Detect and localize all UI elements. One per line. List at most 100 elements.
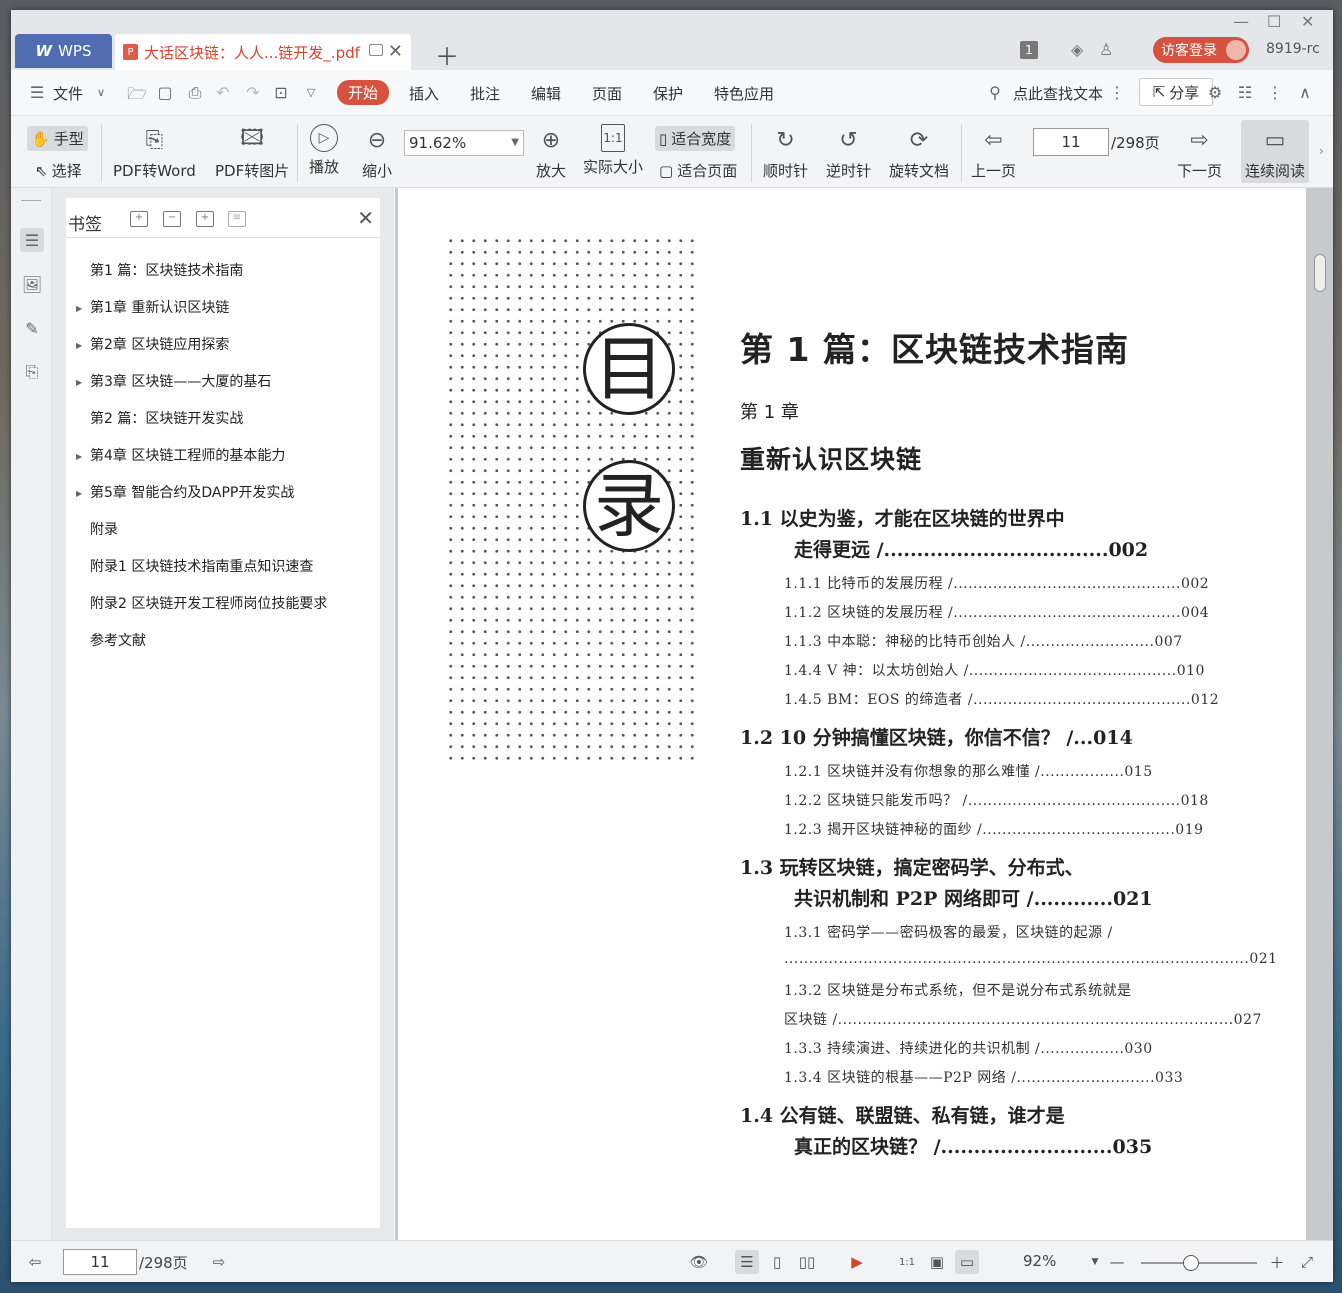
close-window-icon[interactable]: ✕ bbox=[1301, 12, 1314, 31]
maximize-icon[interactable]: ☐ bbox=[1267, 12, 1281, 31]
more-dropdown-icon[interactable]: ▽ bbox=[301, 86, 321, 104]
close-tab-icon[interactable]: ✕ bbox=[388, 41, 403, 62]
tab-count-badge[interactable]: 1 bbox=[1020, 41, 1038, 59]
continuous-view-icon[interactable]: ☰ bbox=[735, 1250, 759, 1274]
tab-insert[interactable]: 插入 bbox=[409, 83, 439, 104]
expand-arrow-icon[interactable]: ▶ bbox=[76, 304, 90, 313]
tab-protect[interactable]: 保护 bbox=[653, 83, 683, 104]
single-page-view-icon[interactable]: ▯ bbox=[765, 1250, 789, 1274]
search-text-field[interactable]: 点此查找文本 bbox=[1013, 83, 1103, 104]
bookmark-item[interactable]: ▶ 第5章 智能合约及DAPP开发实战 bbox=[76, 482, 294, 502]
thumbnail-panel-icon[interactable]: 🖼 bbox=[20, 272, 44, 296]
add-bookmark-icon[interactable]: + bbox=[196, 211, 214, 227]
zoom-level-select[interactable]: 91.62% ▼ bbox=[404, 130, 524, 156]
bookmark-item[interactable]: 附录1 区块链技术指南重点知识速查 bbox=[76, 556, 313, 576]
bookmark-item[interactable]: ▶ 第1章 重新认识区块链 bbox=[76, 297, 229, 317]
undo-icon[interactable]: ↶ bbox=[213, 83, 233, 102]
file-menu[interactable]: 文件 bbox=[53, 83, 83, 104]
close-icon[interactable]: ✕ bbox=[357, 206, 374, 230]
zoom-in-icon[interactable]: ＋ bbox=[1265, 1250, 1289, 1274]
tab-page[interactable]: 页面 bbox=[592, 83, 622, 104]
bookmark-item[interactable]: 第2 篇：区块链开发实战 bbox=[76, 408, 243, 428]
share-button[interactable]: ⇱ 分享 bbox=[1139, 78, 1213, 106]
settings-icon[interactable]: ⚙ bbox=[1205, 83, 1225, 102]
zoom-dropdown-icon[interactable]: ▼ bbox=[1083, 1250, 1107, 1274]
save-icon[interactable]: ▢ bbox=[155, 83, 175, 102]
previous-page-button[interactable]: ⇦ 上一页 bbox=[971, 124, 1016, 181]
next-page-button[interactable]: ⇨ 下一页 bbox=[1177, 124, 1222, 181]
shirt-icon[interactable]: ♙ bbox=[1099, 40, 1113, 59]
expand-arrow-icon[interactable]: ▶ bbox=[76, 452, 90, 461]
chevron-down-icon[interactable]: ∨ bbox=[91, 86, 111, 104]
actual-size-button[interactable]: 1:1 实际大小 bbox=[583, 124, 643, 177]
hamburger-icon[interactable]: ☰ bbox=[27, 83, 47, 102]
more-icon[interactable]: ⋮ bbox=[1265, 83, 1285, 102]
status-page-input[interactable]: 11 bbox=[63, 1249, 137, 1275]
rotate-counterclockwise-button[interactable]: ↺ 逆时针 bbox=[826, 124, 871, 181]
status-zoom-value[interactable]: 92% bbox=[1023, 1252, 1056, 1270]
expand-arrow-icon[interactable]: ▶ bbox=[76, 378, 90, 387]
redo-icon[interactable]: ↷ bbox=[243, 83, 263, 102]
actual-size-icon[interactable]: 1:1 bbox=[895, 1250, 919, 1274]
more-vertical-icon[interactable]: ⋮ bbox=[1107, 83, 1127, 102]
bookmark-panel-icon[interactable]: ☰ bbox=[20, 228, 44, 252]
annotation-panel-icon[interactable]: ✎ bbox=[20, 316, 44, 340]
search-icon[interactable]: ⚲ bbox=[985, 83, 1005, 102]
print-icon[interactable]: ⎙ bbox=[185, 83, 205, 102]
fit-page-button[interactable]: ▢ 适合页面 bbox=[655, 158, 741, 183]
tab-features[interactable]: 特色应用 bbox=[714, 83, 774, 104]
bookmark-item[interactable]: ▶ 第3章 区块链——大厦的基石 bbox=[76, 371, 271, 391]
bookmark-item[interactable]: 参考文献 bbox=[76, 630, 146, 650]
two-page-view-icon[interactable]: ▯▯ bbox=[795, 1250, 819, 1274]
skin-icon[interactable]: ◈ bbox=[1071, 40, 1083, 59]
chevron-right-icon[interactable]: › bbox=[1319, 144, 1324, 158]
bookmark-item[interactable]: 附录 bbox=[76, 519, 118, 539]
rotate-clockwise-button[interactable]: ↻ 顺时针 bbox=[763, 124, 808, 181]
play-button[interactable]: ▷ 播放 bbox=[309, 124, 339, 177]
scrollbar-thumb[interactable] bbox=[1314, 254, 1326, 292]
expand-arrow-icon[interactable]: ▶ bbox=[76, 341, 90, 350]
rotate-document-button[interactable]: ⟳ 旋转文档 bbox=[889, 124, 949, 181]
tab-start[interactable]: 开始 bbox=[337, 80, 390, 105]
guest-login-button[interactable]: 访客登录 bbox=[1153, 37, 1249, 63]
attachment-panel-icon[interactable]: ⎘ bbox=[20, 360, 44, 384]
bookmark-item[interactable]: 第1 篇：区块链技术指南 bbox=[76, 260, 243, 280]
document-viewport[interactable]: 目 录 第 1 篇：区块链技术指南 第 1 章 重新认识区块链 1.1 以史为鉴… bbox=[395, 188, 1333, 1240]
zoom-slider[interactable] bbox=[1141, 1255, 1257, 1271]
hand-tool-button[interactable]: ✋ 手型 bbox=[27, 126, 88, 151]
zoom-in-button[interactable]: ⊕ 放大 bbox=[535, 124, 567, 181]
document-tab[interactable]: P 大话区块链：人人...链开发_.pdf ✕ bbox=[115, 34, 411, 70]
eye-protection-icon[interactable]: 👁 bbox=[687, 1250, 711, 1274]
collapse-all-icon[interactable]: − bbox=[163, 211, 181, 227]
bookmark-item[interactable]: ▶ 第4章 区块链工程师的基本能力 bbox=[76, 445, 285, 465]
vertical-scrollbar[interactable] bbox=[1314, 194, 1330, 1234]
open-folder-icon[interactable]: 🗁 bbox=[127, 83, 147, 103]
tab-edit[interactable]: 编辑 bbox=[531, 83, 561, 104]
new-tab-icon[interactable]: ＋ bbox=[435, 37, 459, 72]
zoom-out-icon[interactable]: — bbox=[1105, 1250, 1129, 1274]
pin-icon[interactable] bbox=[369, 44, 383, 56]
pdf-to-image-button[interactable]: 🖾 PDF转图片 bbox=[215, 124, 289, 181]
bookmark-item[interactable]: 附录2 区块链开发工程师岗位技能要求 bbox=[76, 593, 327, 613]
page-number-input[interactable]: 11 bbox=[1033, 128, 1109, 156]
fit-page-icon[interactable]: ▣ bbox=[925, 1250, 949, 1274]
next-page-arrow-icon[interactable]: ⇨ bbox=[207, 1250, 231, 1274]
fullscreen-icon[interactable]: ⤢ bbox=[1295, 1250, 1319, 1274]
expand-arrow-icon[interactable]: ▶ bbox=[76, 489, 90, 498]
wps-home-tab[interactable]: W WPS bbox=[15, 34, 112, 68]
tab-annotate[interactable]: 批注 bbox=[470, 83, 500, 104]
zoom-out-button[interactable]: ⊖ 缩小 bbox=[361, 124, 393, 181]
fit-width-icon[interactable]: ▭ bbox=[955, 1250, 979, 1274]
pdf-to-word-button[interactable]: ⎘ PDF转Word bbox=[113, 124, 196, 181]
prev-page-arrow-icon[interactable]: ⇦ bbox=[23, 1250, 47, 1274]
export-image-icon[interactable]: ⊡ bbox=[271, 83, 291, 102]
fit-width-button[interactable]: ▯ 适合宽度 bbox=[655, 126, 736, 151]
continuous-reading-button[interactable]: ▭ 连续阅读 bbox=[1241, 120, 1310, 183]
expand-all-icon[interactable]: + bbox=[130, 211, 148, 227]
comment-icon[interactable]: ☷ bbox=[1235, 83, 1255, 102]
collapse-ribbon-icon[interactable]: ∧ bbox=[1295, 83, 1315, 102]
bookmark-item[interactable]: ▶ 第2章 区块链应用探索 bbox=[76, 334, 229, 354]
select-tool-button[interactable]: ⇖ 选择 bbox=[31, 158, 86, 183]
minimize-icon[interactable]: — bbox=[1233, 12, 1249, 31]
zoom-slider-knob[interactable] bbox=[1183, 1255, 1199, 1271]
